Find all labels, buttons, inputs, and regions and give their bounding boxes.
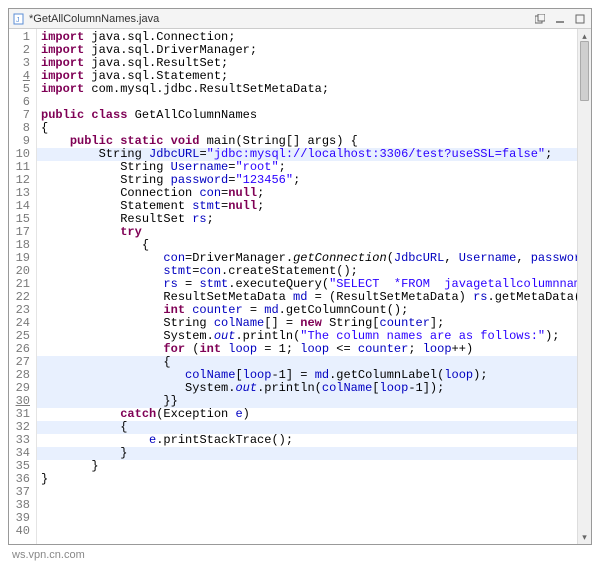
code-line: }	[37, 460, 577, 473]
code-line: import com.mysql.jdbc.ResultSetMetaData;	[37, 83, 577, 96]
code-line	[37, 512, 577, 525]
line-number-gutter: 1234567891011121314151718192021222324252…	[9, 29, 37, 544]
restore-icon[interactable]	[533, 13, 547, 25]
code-line: }	[37, 473, 577, 486]
title-left: J *GetAllColumnNames.java	[13, 13, 159, 25]
source-watermark: ws.vpn.cn.com	[8, 545, 592, 561]
code-line	[37, 525, 577, 538]
maximize-icon[interactable]	[573, 13, 587, 25]
editor-window: J *GetAllColumnNames.java 12345678910111…	[8, 8, 592, 545]
file-title: *GetAllColumnNames.java	[29, 13, 159, 25]
code-line: public class GetAllColumnNames	[37, 109, 577, 122]
line-number: 40	[9, 525, 36, 538]
code-line	[37, 499, 577, 512]
vertical-scrollbar[interactable]: ▴ ▾	[577, 29, 591, 544]
java-file-icon: J	[13, 13, 25, 25]
editor-body: 1234567891011121314151718192021222324252…	[9, 29, 591, 544]
minimize-icon[interactable]	[553, 13, 567, 25]
scroll-down-icon[interactable]: ▾	[580, 532, 590, 542]
scroll-up-icon[interactable]: ▴	[580, 31, 590, 41]
svg-text:J: J	[16, 17, 20, 24]
code-line	[37, 486, 577, 499]
scroll-track[interactable]	[578, 41, 591, 532]
code-area[interactable]: import java.sql.Connection;import java.s…	[37, 29, 577, 544]
code-line: }	[37, 447, 577, 460]
title-controls	[533, 13, 587, 25]
scroll-thumb[interactable]	[580, 41, 589, 101]
title-bar: J *GetAllColumnNames.java	[9, 9, 591, 29]
